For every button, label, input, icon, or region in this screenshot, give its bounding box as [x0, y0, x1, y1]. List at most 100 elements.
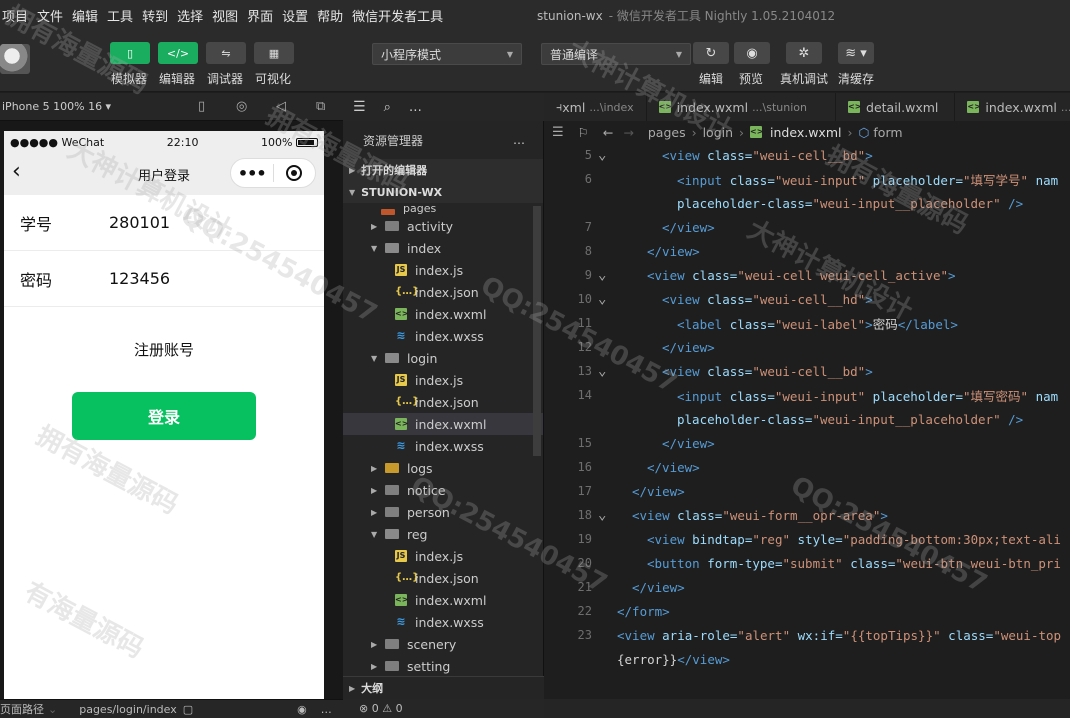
tree-item-index-json[interactable]: {…} index.json: [343, 391, 543, 413]
tree-item-pages[interactable]: pages: [343, 203, 543, 215]
tree-item-label: reg: [407, 526, 428, 542]
more-icon[interactable]: …: [409, 100, 422, 115]
device-select[interactable]: iPhone 5 100% 16 ▾: [2, 100, 111, 113]
wxml-file-icon: <>: [658, 101, 673, 113]
menu-item-help[interactable]: 帮助: [317, 6, 350, 25]
fold-chevron-icon[interactable]: ⌄: [598, 267, 606, 283]
real-device-debug-button[interactable]: ✲: [786, 42, 822, 64]
editor-tab[interactable]: <> detail.wxml: [836, 93, 956, 121]
tree-item-index-wxss[interactable]: ≋ index.wxss: [343, 611, 543, 633]
tree-item-index-js[interactable]: JS index.js: [343, 369, 543, 391]
tree-item-index-wxss[interactable]: ≋ index.wxss: [343, 325, 543, 347]
more-icon[interactable]: •••: [231, 164, 273, 183]
breadcrumb-file[interactable]: index.wxml: [770, 125, 841, 140]
menu-item-select[interactable]: 选择: [177, 6, 210, 25]
tree-item-index-js[interactable]: JS index.js: [343, 545, 543, 567]
menu-item-settings[interactable]: 设置: [282, 6, 315, 25]
phone-icon[interactable]: ▯: [198, 99, 205, 114]
tree-item-index-json[interactable]: {…} index.json: [343, 281, 543, 303]
folder-icon: [385, 485, 399, 495]
more-icon[interactable]: …: [321, 703, 332, 716]
search-icon[interactable]: ⌕: [384, 100, 391, 115]
problems-indicator[interactable]: ⊗ 0 ⚠ 0: [343, 699, 544, 718]
tree-item-logs[interactable]: ▶ logs: [343, 457, 543, 479]
tree-item-reg[interactable]: ▼ reg: [343, 523, 543, 545]
tree-item-setting[interactable]: ▶ setting: [343, 655, 543, 677]
copy-icon[interactable]: ▢: [183, 703, 193, 716]
avatar[interactable]: [0, 44, 30, 74]
back-arrow-icon[interactable]: ←: [603, 125, 613, 140]
editor-tab[interactable]: <> index.wxml...\reg\: [955, 93, 1070, 121]
app-version: - 微信开发者工具 Nightly 1.05.2104012: [608, 9, 836, 23]
open-editors-label: 打开的编辑器: [361, 164, 428, 177]
tree-item-index-js[interactable]: JS index.js: [343, 259, 543, 281]
code-token: class=: [729, 316, 775, 332]
bookmark-icon[interactable]: ⚐: [578, 125, 589, 140]
student-id-input[interactable]: 280101: [109, 213, 170, 232]
code-icon: </>: [166, 46, 190, 60]
project-section[interactable]: ▼ STUNION-WX: [343, 181, 543, 203]
breadcrumb-login[interactable]: login: [703, 125, 733, 140]
popout-icon[interactable]: ⧉: [316, 99, 325, 114]
more-icon[interactable]: …: [513, 133, 525, 147]
code-text: </view>: [647, 244, 700, 259]
code-text: <view class="weui-cell weui-cell_active"…: [647, 268, 956, 283]
tree-item-index-wxml[interactable]: <> index.wxml: [343, 589, 543, 611]
tree-item-index-wxss[interactable]: ≋ index.wxss: [343, 435, 543, 457]
menu-item-goto[interactable]: 转到: [142, 6, 175, 25]
menu-item-project[interactable]: 项目: [2, 6, 35, 25]
list-icon[interactable]: ☰: [353, 99, 366, 115]
record-icon[interactable]: ◎: [236, 99, 247, 114]
tree-item-login[interactable]: ▼ login: [343, 347, 543, 369]
code-editor[interactable]: 5 ⌄ <view class="weui-cell__bd"> 6 <input cl…: [544, 143, 1070, 699]
tree-item-notice[interactable]: ▶ notice: [343, 479, 543, 501]
outline-section[interactable]: ▶ 大纲: [343, 676, 544, 699]
volume-icon[interactable]: ◁: [276, 99, 286, 114]
eye-icon[interactable]: ◉: [297, 703, 307, 716]
password-input[interactable]: 123456: [109, 269, 170, 288]
tree-item-person[interactable]: ▶ person: [343, 501, 543, 523]
list-icon[interactable]: ☰: [552, 125, 564, 140]
tree-item-index-wxml[interactable]: <> index.wxml: [343, 413, 543, 435]
debugger-toggle-button[interactable]: ⇋: [206, 42, 246, 64]
tree-item-index-wxml[interactable]: <> index.wxml: [343, 303, 543, 325]
visual-toggle-button[interactable]: ▦: [254, 42, 294, 64]
explorer-scrollbar[interactable]: [533, 206, 541, 456]
fold-chevron-icon[interactable]: ⌄: [598, 291, 606, 307]
register-link[interactable]: 注册账号: [4, 339, 324, 360]
code-token: <button: [647, 555, 708, 571]
fold-chevron-icon[interactable]: ⌄: [598, 147, 606, 163]
tree-item-index-json[interactable]: {…} index.json: [343, 567, 543, 589]
code-token: >: [865, 363, 873, 379]
breadcrumb-node[interactable]: form: [873, 125, 902, 140]
preview-button[interactable]: ◉: [734, 42, 770, 64]
clear-cache-button[interactable]: ≋ ▾: [838, 42, 874, 64]
compile-button[interactable]: ↻: [693, 42, 729, 64]
compile-select[interactable]: 普通编译 ▼: [541, 43, 691, 65]
chevron-down-icon[interactable]: ⌄: [48, 703, 57, 716]
menu-item-tools[interactable]: 工具: [107, 6, 140, 25]
editor-tab[interactable]: <> index.wxml ...\stunion: [647, 93, 837, 121]
login-button[interactable]: 登录: [72, 392, 256, 440]
close-mini-program-button[interactable]: [274, 165, 316, 181]
simulator-toggle-button[interactable]: ▯: [110, 42, 150, 64]
menu-item-wechat-devtools[interactable]: 微信开发者工具: [352, 6, 450, 25]
menu-item-interface[interactable]: 界面: [247, 6, 280, 25]
forward-arrow-icon[interactable]: →: [623, 125, 633, 140]
tree-item-index[interactable]: ▼ index: [343, 237, 543, 259]
fold-chevron-icon[interactable]: ⌄: [598, 507, 606, 523]
menu-item-file[interactable]: 文件: [37, 6, 70, 25]
fold-chevron-icon[interactable]: ⌄: [598, 363, 606, 379]
editor-toggle-button[interactable]: </>: [158, 42, 198, 64]
back-icon[interactable]: ‹: [12, 159, 21, 184]
menu-item-view[interactable]: 视图: [212, 6, 245, 25]
open-editors-section[interactable]: ▶ 打开的编辑器: [343, 159, 543, 181]
debugger-label: 调试器: [207, 72, 244, 86]
menu-item-edit[interactable]: 编辑: [72, 6, 105, 25]
code-token: "weui-label": [774, 316, 866, 332]
mode-select[interactable]: 小程序模式 ▼: [372, 43, 522, 65]
tree-item-activity[interactable]: ▶ activity: [343, 215, 543, 237]
editor-tab[interactable]: ⫞ xml ...\index: [544, 93, 647, 121]
breadcrumb-pages[interactable]: pages: [648, 125, 686, 140]
tree-item-scenery[interactable]: ▶ scenery: [343, 633, 543, 655]
